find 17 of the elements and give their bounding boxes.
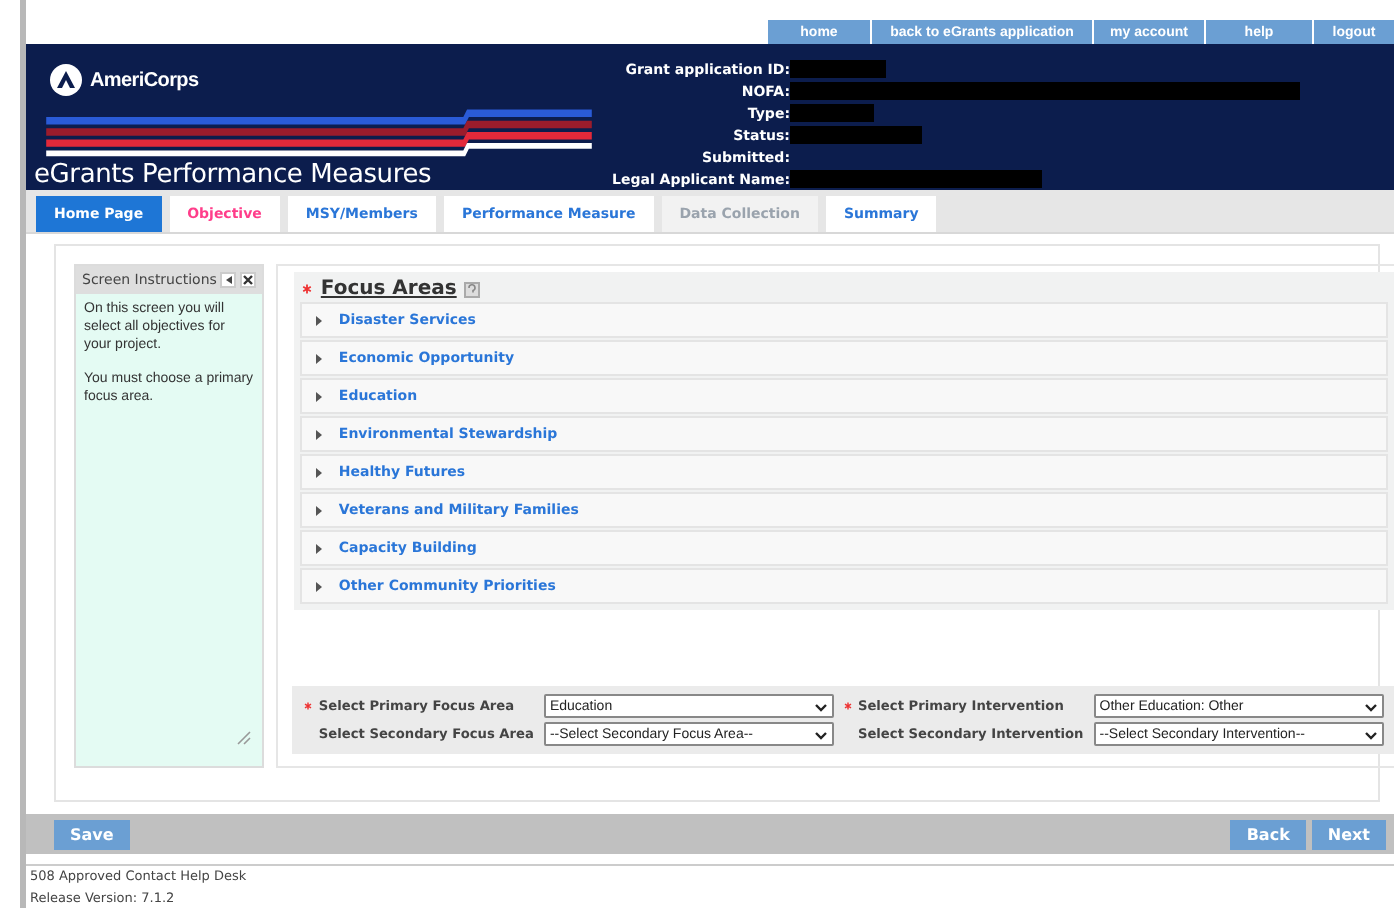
next-button[interactable]: Next [1311,819,1386,849]
save-button[interactable]: Save [54,819,130,849]
back-button[interactable]: Back [1230,819,1306,849]
collapse-button[interactable] [220,272,237,288]
close-button[interactable] [240,272,257,288]
resize-icon[interactable] [236,730,253,746]
caret-icon [223,274,234,286]
close-icon [242,274,255,286]
chevron-icon [1363,701,1378,711]
logo-text: AmeriCorps [90,69,199,91]
chevron-icon [813,729,828,739]
chevron-icon [813,701,828,711]
app-title: eGrants Performance Measures [34,160,434,190]
section-title: Focus Areas [320,278,457,300]
logo-icon [50,64,82,96]
help-icon[interactable] [464,281,481,297]
chevron-icon [1363,729,1378,739]
